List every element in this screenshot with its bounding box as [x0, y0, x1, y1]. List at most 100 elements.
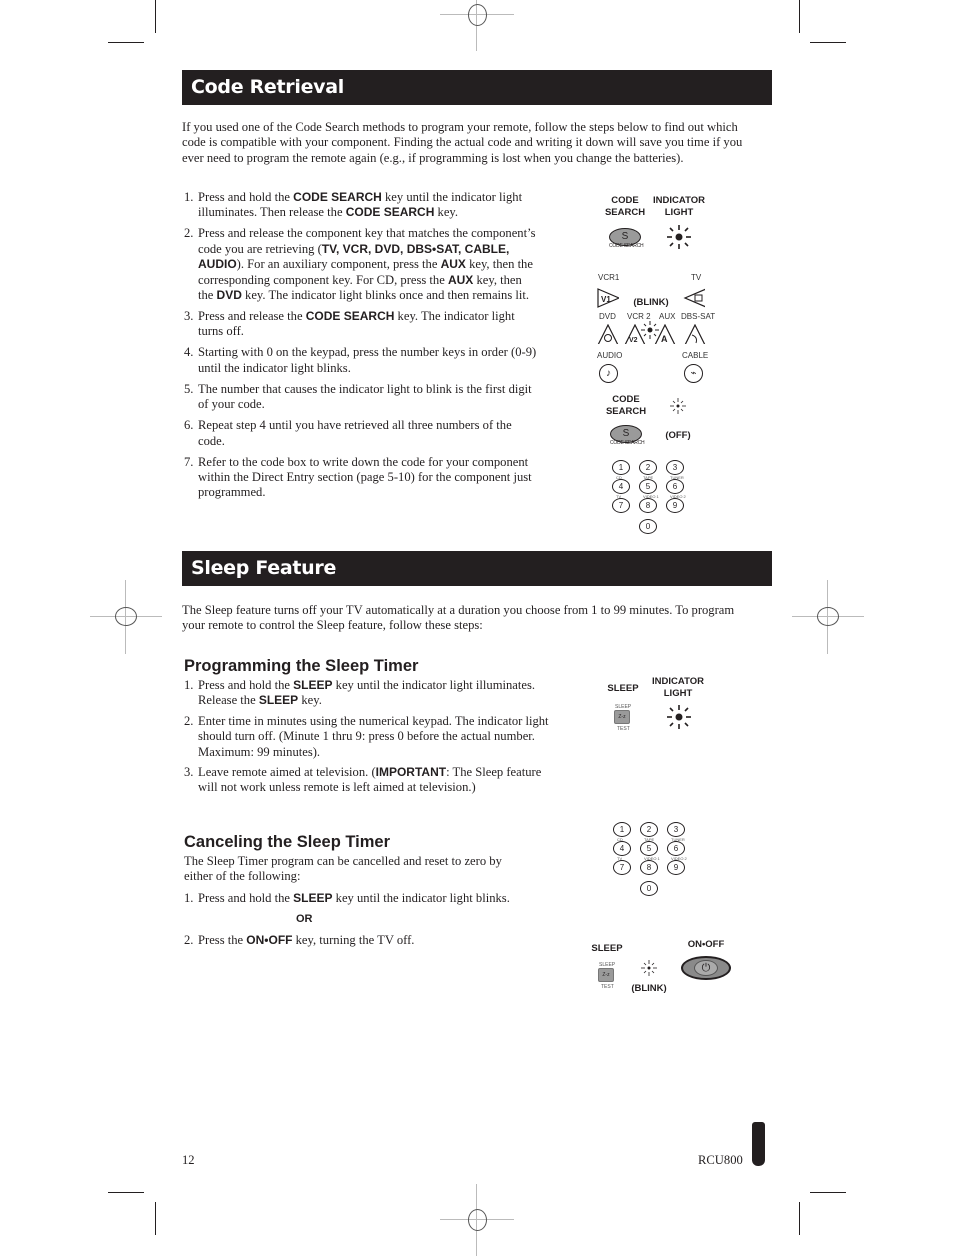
key-name: CODE SEARCH	[293, 190, 382, 204]
vcr1-label: VCR1	[598, 273, 620, 282]
off-label: (OFF)	[665, 430, 691, 441]
key-name: SLEEP	[258, 693, 299, 708]
keypad-key-3: 3	[666, 460, 684, 475]
step-text: The number that causes the indicator lig…	[198, 381, 532, 412]
step-item: 2. Enter time in minutes using the numeri…	[182, 714, 554, 760]
keypad-caption: TV	[616, 494, 622, 499]
section-header-code-retrieval: Code Retrieval	[182, 70, 772, 105]
step-item: 3. Press and release the CODE SEARCH key.…	[182, 309, 537, 340]
dvd-label: DVD	[599, 312, 616, 321]
step-text: Press and hold the	[198, 678, 294, 692]
sleep-key: Z-z	[614, 710, 630, 724]
crop-mark	[799, 1202, 800, 1235]
step-text: Refer to the code box to write down the …	[198, 454, 532, 500]
registration-mark	[792, 580, 864, 654]
step-text: key until the indicator light blinks.	[332, 891, 510, 905]
svg-text:A: A	[661, 334, 668, 344]
step-number: 3.	[184, 765, 194, 780]
keypad-key-0: 0	[639, 519, 657, 534]
step-item: 5. The number that causes the indicator l…	[182, 382, 537, 413]
canceling-intro: The Sleep Timer program can be cancelled…	[184, 854, 502, 884]
keypad-caption: VIDEO 1	[644, 856, 660, 861]
keypad-key-2: 2	[639, 460, 657, 475]
crop-mark	[799, 0, 800, 33]
vcr1-key-icon: V1	[597, 288, 619, 308]
blink-label: (BLINK)	[633, 297, 669, 308]
keypad-caption: CD	[616, 475, 622, 480]
code-retrieval-steps: 1. Press and hold the CODE SEARCH key unt…	[182, 190, 537, 501]
dbs-sat-key-icon	[684, 324, 706, 344]
crop-mark	[155, 0, 156, 33]
onoff-label: ON•OFF	[687, 939, 725, 950]
svg-text:V1: V1	[601, 295, 611, 304]
keypad-key-6: 6	[667, 841, 685, 856]
step-item: 7. Refer to the code box to write down th…	[182, 455, 537, 501]
keypad-key-7: 7	[612, 498, 630, 513]
keypad-key-9: 9	[666, 498, 684, 513]
or-label: OR	[296, 913, 313, 925]
step-text: Enter time in minutes using the numerica…	[198, 713, 549, 759]
keypad-key-3: 3	[667, 822, 685, 837]
step-item: 1. Press and hold the SLEEP key until the…	[182, 678, 554, 709]
keypad-key-8: 8	[639, 498, 657, 513]
aux-key-icon: A	[654, 324, 676, 344]
step-item: 3. Leave remote aimed at television. (IMP…	[182, 765, 554, 796]
keypad-key-4: 4	[613, 841, 631, 856]
step-number: 7.	[184, 454, 194, 469]
step-item: 1. Press and hold the CODE SEARCH key unt…	[182, 190, 537, 221]
key-name: ON•OFF	[246, 933, 293, 947]
tv-label: TV	[691, 273, 702, 282]
keypad-caption: VIDEO 1	[643, 494, 659, 499]
audio-label: AUDIO	[597, 351, 623, 360]
vcr2-label: VCR 2	[627, 312, 651, 321]
step-number: 2.	[184, 713, 194, 728]
keypad-caption: TAPE	[643, 475, 654, 480]
step-item: 2. Press the ON•OFF key, turning the TV o…	[182, 933, 562, 948]
registration-mark	[90, 580, 162, 654]
keypad-caption: TUNER	[670, 475, 684, 480]
aux-label: AUX	[659, 312, 676, 321]
programming-sleep-timer-steps: 1. Press and hold the SLEEP key until the…	[182, 678, 554, 796]
indicator-light-label-2: INDICATOR LIGHT	[652, 676, 704, 699]
step-text: Press and hold the	[198, 190, 294, 204]
cable-key-icon: ⌁	[684, 364, 703, 383]
step-text: key.	[434, 205, 459, 220]
cable-label: CABLE	[682, 351, 709, 360]
step-item: 6. Repeat step 4 until you have retrieved…	[182, 418, 537, 449]
step-text: key, turning the TV off.	[292, 933, 415, 947]
section-header-sleep-feature: Sleep Feature	[182, 551, 772, 586]
keypad-caption: CD	[617, 837, 623, 842]
sleep-feature-intro: The Sleep feature turns off your TV auto…	[182, 603, 735, 633]
sleep-key-bottom-caption: TEST	[617, 726, 630, 732]
dbs-sat-label: DBS-SAT	[681, 312, 716, 321]
key-name: SLEEP	[293, 891, 333, 905]
indicator-light-label: INDICATOR LIGHT	[653, 195, 705, 218]
keypad-key-2: 2	[640, 822, 658, 837]
registration-mark	[440, 1184, 514, 1256]
code-retrieval-intro: If you used one of the Code Search metho…	[182, 120, 743, 165]
code-search-label: CODE SEARCH	[604, 195, 646, 218]
step-number: 2.	[184, 933, 194, 947]
step-number: 2.	[184, 226, 194, 241]
step-number: 1.	[184, 678, 194, 692]
keypad-key-7: 7	[613, 860, 631, 875]
key-name: IMPORTANT	[375, 765, 447, 780]
key-name: SLEEP	[293, 678, 333, 692]
crop-mark	[155, 1202, 156, 1235]
step-text: Press and release the	[198, 309, 306, 324]
step-text: ). For an auxiliary component, press the	[236, 257, 441, 272]
audio-key-icon: ♪	[599, 364, 618, 383]
step-text: key.	[298, 693, 322, 708]
sleep-key-bottom-caption-2: TEST	[601, 984, 614, 990]
page-number: 12	[182, 1153, 195, 1167]
key-name: DVD	[216, 288, 242, 303]
model-number: RCU800	[698, 1153, 743, 1167]
sleep-label: SLEEP	[607, 683, 639, 694]
indicator-light-blink-icon-2	[641, 960, 657, 976]
code-search-label-2: CODE SEARCH	[605, 394, 647, 417]
registration-mark	[440, 0, 514, 51]
keypad-caption: TV	[617, 856, 623, 861]
keypad-key-5: 5	[640, 841, 658, 856]
indicator-light-on-icon	[667, 225, 691, 249]
keypad-key-4: 4	[612, 479, 630, 494]
